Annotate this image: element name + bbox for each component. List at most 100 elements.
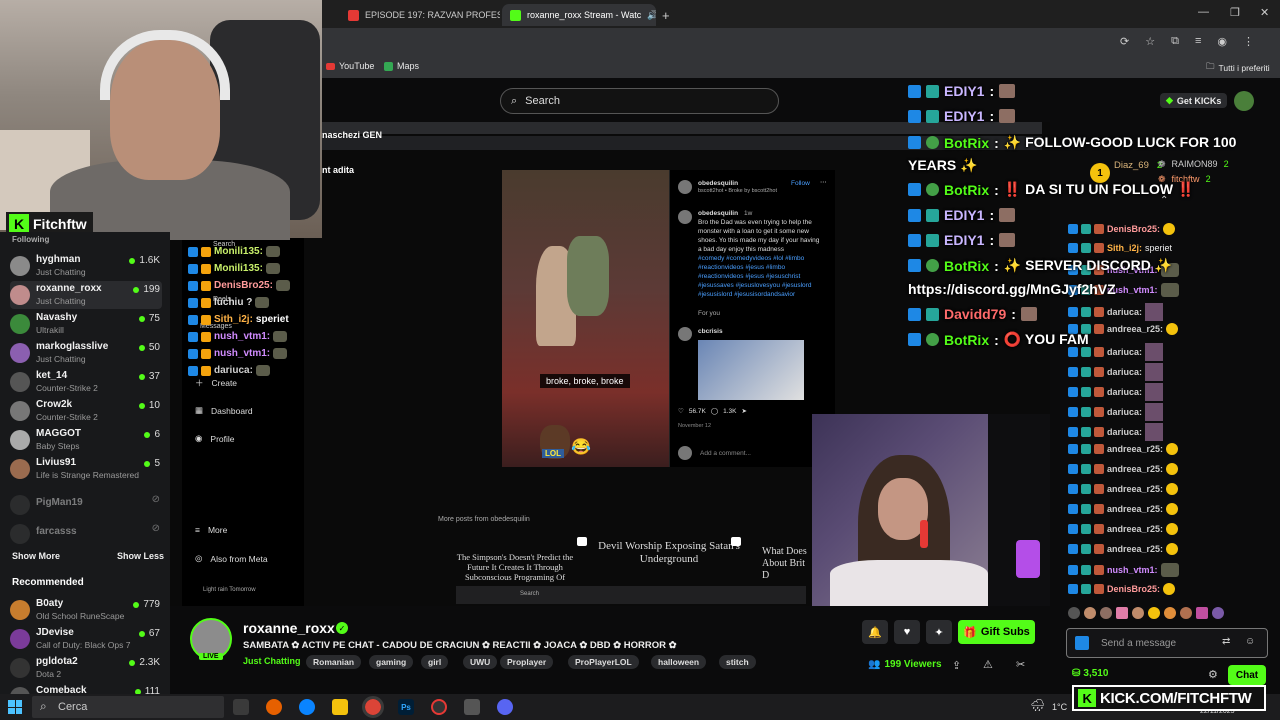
overlay-chat-line: dariuca: [188, 365, 270, 376]
stream-category[interactable]: Just Chatting [243, 656, 301, 666]
translate-icon[interactable]: ⟳ [1120, 35, 1129, 48]
obs-icon[interactable] [431, 699, 447, 715]
streamer-name[interactable]: roxanne_roxx [243, 620, 335, 636]
firefox-icon[interactable] [266, 699, 282, 715]
sidebar-channel[interactable]: hyghman Just Chatting 1.6K [10, 252, 162, 280]
badge-icon [1094, 407, 1104, 417]
task-view-icon[interactable] [233, 699, 249, 715]
stream-tag[interactable]: Proplayer [500, 655, 554, 669]
emote-icon[interactable] [1068, 607, 1080, 619]
extensions-icon[interactable]: ⧉ [1171, 35, 1179, 48]
browser-tab-episode[interactable]: EPISODE 197: RAZVAN PROFES ✕ [340, 4, 500, 26]
browser-tab-stream[interactable]: roxanne_roxx Stream - Watc 🔊 ✕ [502, 4, 656, 26]
bookmark-youtube[interactable]: YouTube [326, 61, 374, 71]
sidebar-channel[interactable]: Livius91 Life is Strange Remastered 5 [10, 455, 162, 483]
maximize-icon[interactable]: ❐ [1230, 6, 1240, 19]
settings-icon[interactable]: ⚙ [1208, 668, 1218, 681]
media-icon[interactable]: ≡ [1195, 35, 1201, 48]
emote-icon[interactable] [1164, 607, 1176, 619]
stream-tag[interactable]: stitch [719, 655, 756, 669]
stream-tag[interactable]: ProPlayerLOL [568, 655, 639, 669]
sidebar-channel[interactable]: MAGGOT Baby Steps 6 [10, 426, 162, 454]
stream-tag[interactable]: UWU [463, 655, 498, 669]
big-chat-line: YEARS ✨ [908, 157, 978, 174]
emote-icon[interactable] [1196, 607, 1208, 619]
user-avatar[interactable] [1234, 91, 1254, 111]
emote-icon[interactable] [1148, 607, 1160, 619]
gift-subs-button[interactable]: 🎁 Gift Subs [958, 620, 1035, 644]
chat-input[interactable]: Send a message [1066, 628, 1268, 658]
chat-username: andreea_r25: [1107, 484, 1164, 494]
emote-icon[interactable] [1116, 607, 1128, 619]
stream-tag[interactable]: girl [421, 655, 449, 669]
search-input[interactable]: ⌕ Search [500, 88, 779, 114]
badge-icon [1068, 524, 1078, 534]
chat-send-button[interactable]: Chat [1228, 665, 1266, 685]
edge-icon[interactable] [299, 699, 315, 715]
chrome-icon[interactable] [362, 696, 384, 718]
photoshop-icon[interactable]: Ps [398, 699, 414, 715]
thumb-3: What Does About Brit D [762, 546, 807, 581]
menu-icon[interactable]: ⋮ [1243, 35, 1254, 48]
emoji-icon[interactable]: ☺ [1245, 636, 1255, 647]
minimize-icon[interactable]: — [1198, 6, 1209, 18]
channel-category: Dota 2 [36, 669, 62, 679]
channel-points[interactable]: ⛁ 3,510 [1072, 668, 1108, 679]
avatar [10, 658, 30, 678]
search-icon: ⌕ [40, 699, 47, 713]
clip-icon[interactable]: ✂ [1016, 658, 1025, 671]
purple-lamp [1016, 540, 1040, 578]
sidebar-channel[interactable]: markoglasslive Just Chatting 50 [10, 339, 162, 367]
sidebar-channel[interactable]: Navashy Ultrakill 75 [10, 310, 162, 338]
taskbar-search[interactable]: Cerca [32, 696, 224, 718]
sidebar-channel-offline[interactable]: PigMan19 ⊘ [10, 491, 162, 519]
emote-icon[interactable] [1084, 607, 1096, 619]
sidebar-channel[interactable]: Crow2k Counter-Strike 2 10 [10, 397, 162, 425]
windows-start-icon[interactable] [8, 700, 22, 714]
emote-icon[interactable] [1100, 607, 1112, 619]
recommended-channel[interactable]: B0aty Old School RuneScape 779 [10, 596, 162, 624]
stream-tag[interactable]: halloween [651, 655, 707, 669]
star-icon[interactable]: ☆ [1145, 35, 1155, 48]
sidebar-channel-offline[interactable]: farcasss ⊘ [10, 520, 162, 548]
recommended-channel[interactable]: JDevise Call of Duty: Black Ops 7 67 [10, 625, 162, 653]
get-kicks-button[interactable]: ◆ Get KICKs [1160, 93, 1228, 108]
maps-icon [384, 61, 393, 71]
video-caption: broke, broke, broke [540, 374, 630, 388]
file-explorer-icon[interactable] [332, 699, 348, 715]
bookmark-maps[interactable]: Maps [384, 61, 419, 71]
chat-line: andreea_r25: [1068, 503, 1179, 515]
speaker-icon[interactable]: 🔊 [647, 10, 656, 21]
report-icon[interactable]: ⚠ [983, 658, 993, 671]
discord-icon[interactable] [497, 699, 513, 715]
app-icon[interactable] [464, 699, 480, 715]
translate-icon[interactable]: ⇄ [1222, 636, 1230, 647]
close-window-icon[interactable]: ✕ [1260, 6, 1269, 19]
badge-icon [1081, 347, 1091, 357]
emote-icon[interactable] [1212, 607, 1224, 619]
kicks-icon: ◆ [1166, 95, 1173, 105]
new-tab-button[interactable]: + [662, 4, 682, 26]
notification-button[interactable]: 🔔 [862, 620, 888, 644]
profile-icon[interactable]: ◉ [1217, 35, 1227, 48]
show-more-button[interactable]: Show More [12, 551, 60, 561]
share-icon[interactable]: ⇪ [952, 659, 961, 672]
avatar [10, 629, 30, 649]
all-bookmarks[interactable]: 🗀 Tutti i preferiti [1206, 61, 1270, 75]
follow-button[interactable]: ♥ [894, 620, 920, 644]
chat-line: dariuca: [1068, 303, 1164, 321]
sidebar-channel[interactable]: roxanne_roxx Just Chatting 199 [10, 281, 162, 309]
badge-icon [188, 365, 198, 376]
sidebar-channel[interactable]: ket_14 Counter-Strike 2 37 [10, 368, 162, 396]
emote-icon[interactable] [1180, 607, 1192, 619]
stream-title: SAMBATA ✿ ACTIV PE CHAT - CADOU DE CRACI… [243, 640, 677, 651]
emote-icon[interactable] [1132, 607, 1144, 619]
recommended-channel[interactable]: pgldota2 Dota 2 2.3K [10, 654, 162, 682]
stream-tag[interactable]: gaming [369, 655, 414, 669]
offline-icon: ⊘ [151, 494, 160, 505]
show-less-button[interactable]: Show Less [117, 551, 164, 561]
boost-button[interactable]: ✦ [926, 620, 952, 644]
chat-input-placeholder: Send a message [1101, 637, 1177, 649]
stream-tag[interactable]: Romanian [306, 655, 362, 669]
emote-bar [1068, 607, 1224, 619]
